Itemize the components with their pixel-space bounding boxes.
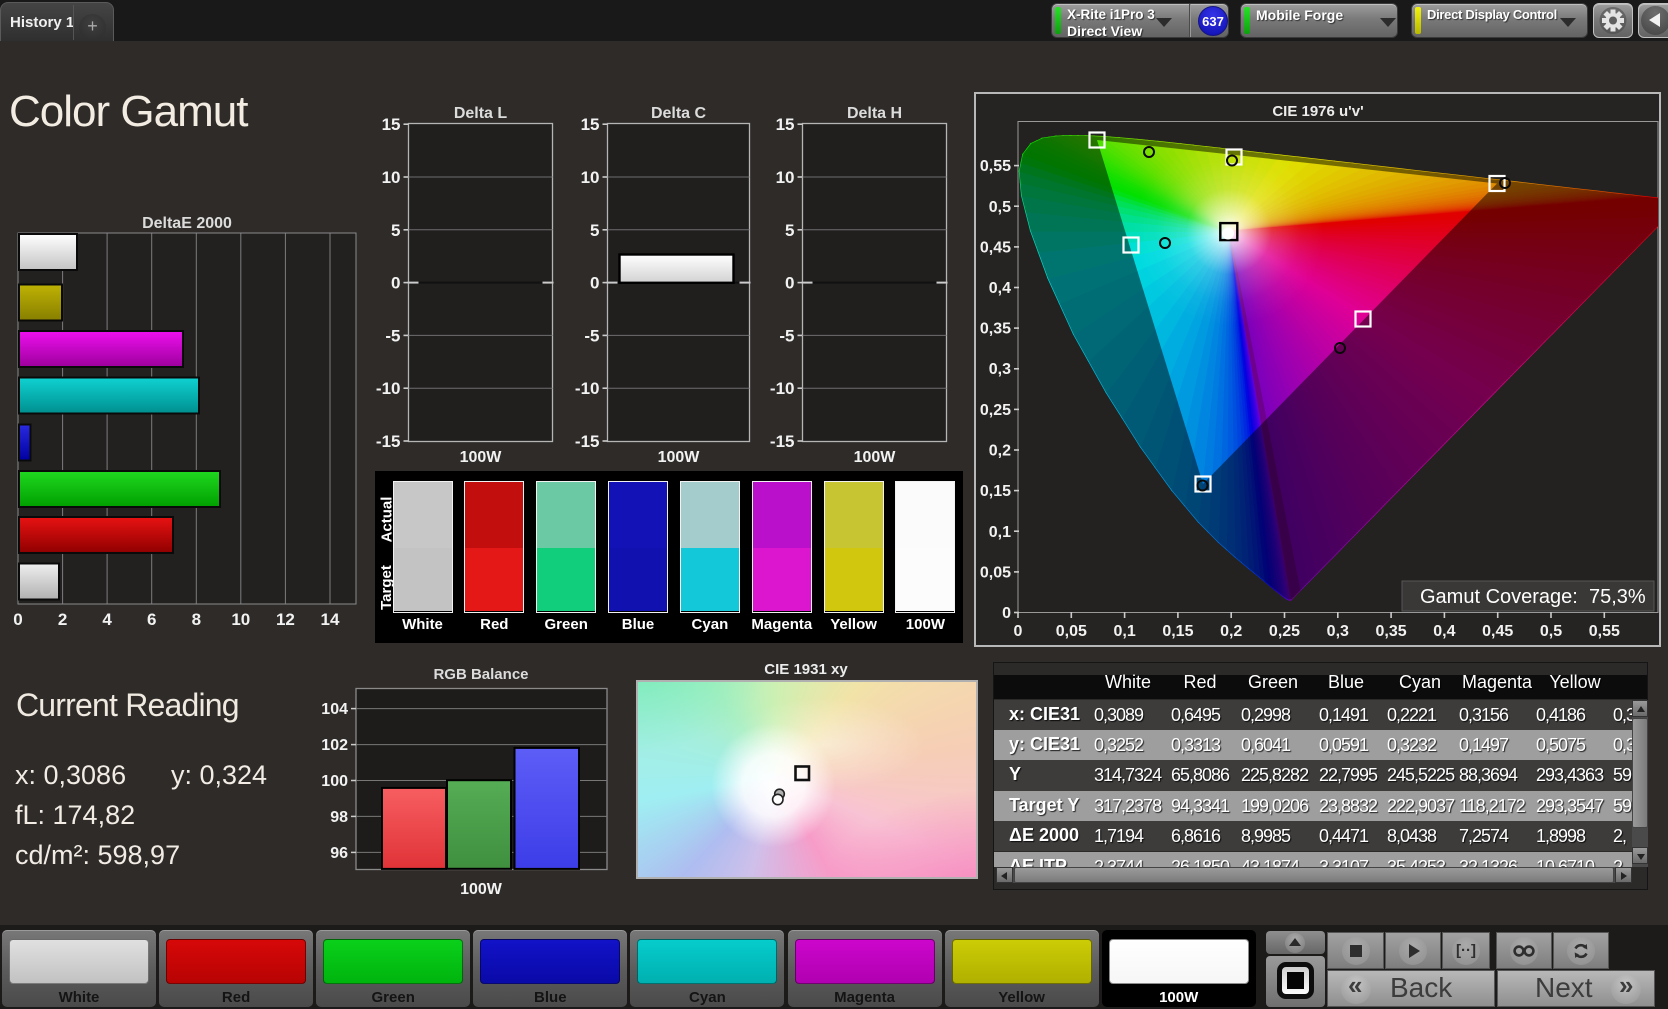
svg-text:0: 0 — [785, 274, 794, 293]
svg-text:0,15: 0,15 — [980, 483, 1011, 500]
svg-text:100W: 100W — [460, 449, 503, 466]
svg-text:Delta H: Delta H — [847, 105, 902, 122]
svg-text:0,5: 0,5 — [989, 199, 1011, 216]
svg-text:0: 0 — [13, 610, 22, 629]
svg-text:0: 0 — [590, 274, 599, 293]
svg-text:-5: -5 — [779, 326, 794, 345]
svg-text:-10: -10 — [770, 379, 795, 398]
svg-text:100W: 100W — [460, 881, 503, 898]
svg-text:15: 15 — [382, 115, 401, 134]
svg-text:100W: 100W — [854, 449, 897, 466]
svg-text:6: 6 — [147, 610, 156, 629]
svg-text:14: 14 — [321, 610, 340, 629]
svg-text:10: 10 — [231, 610, 250, 629]
svg-text:0,1: 0,1 — [989, 524, 1011, 541]
svg-text:0,2: 0,2 — [1220, 623, 1242, 640]
svg-text:0,1: 0,1 — [1113, 623, 1135, 640]
svg-text:0,05: 0,05 — [1056, 623, 1087, 640]
svg-text:-15: -15 — [575, 432, 600, 451]
svg-text:0,15: 0,15 — [1162, 623, 1193, 640]
svg-text:5: 5 — [391, 221, 400, 240]
svg-text:Delta C: Delta C — [651, 105, 707, 122]
svg-text:0,55: 0,55 — [1589, 623, 1620, 640]
svg-text:2: 2 — [58, 610, 67, 629]
svg-text:4: 4 — [102, 610, 112, 629]
svg-text:100W: 100W — [658, 449, 701, 466]
svg-text:0: 0 — [1002, 605, 1011, 622]
svg-text:5: 5 — [785, 221, 794, 240]
svg-text:0,3: 0,3 — [989, 361, 1011, 378]
svg-text:RGB Balance: RGB Balance — [433, 666, 528, 683]
svg-text:10: 10 — [776, 168, 795, 187]
svg-text:0: 0 — [1014, 623, 1023, 640]
svg-text:15: 15 — [776, 115, 795, 134]
svg-text:-10: -10 — [575, 379, 600, 398]
svg-text:Delta L: Delta L — [454, 105, 508, 122]
svg-text:-5: -5 — [584, 326, 599, 345]
svg-text:0,05: 0,05 — [980, 564, 1011, 581]
svg-text:0,45: 0,45 — [1482, 623, 1513, 640]
svg-text:0,45: 0,45 — [980, 239, 1011, 256]
svg-text:5: 5 — [590, 221, 599, 240]
svg-text:0,5: 0,5 — [1540, 623, 1562, 640]
svg-text:0,55: 0,55 — [980, 158, 1011, 175]
svg-text:0,35: 0,35 — [980, 321, 1011, 338]
svg-text:-10: -10 — [376, 379, 401, 398]
svg-text:0,4: 0,4 — [989, 280, 1011, 297]
svg-text:8: 8 — [192, 610, 201, 629]
svg-text:CIE 1976 u'v': CIE 1976 u'v' — [1272, 103, 1363, 120]
svg-text:-15: -15 — [376, 432, 401, 451]
svg-text:-15: -15 — [770, 432, 795, 451]
svg-text:0,25: 0,25 — [1269, 623, 1300, 640]
svg-text:DeltaE 2000: DeltaE 2000 — [142, 215, 232, 232]
svg-text:0,2: 0,2 — [989, 443, 1011, 460]
svg-text:10: 10 — [581, 168, 600, 187]
svg-text:0,3: 0,3 — [1327, 623, 1349, 640]
svg-text:102: 102 — [321, 737, 348, 754]
svg-text:0,4: 0,4 — [1433, 623, 1455, 640]
svg-text:0,35: 0,35 — [1376, 623, 1407, 640]
svg-text:0,25: 0,25 — [980, 402, 1011, 419]
svg-text:98: 98 — [330, 809, 348, 826]
svg-text:-5: -5 — [385, 326, 400, 345]
svg-text:100: 100 — [321, 773, 348, 790]
svg-text:0: 0 — [391, 274, 400, 293]
svg-text:10: 10 — [382, 168, 401, 187]
svg-text:Gamut Coverage: 75,3%: Gamut Coverage: 75,3% — [1420, 586, 1646, 608]
svg-text:96: 96 — [330, 845, 348, 862]
svg-text:104: 104 — [321, 701, 348, 718]
svg-text:15: 15 — [581, 115, 600, 134]
svg-text:12: 12 — [276, 610, 295, 629]
